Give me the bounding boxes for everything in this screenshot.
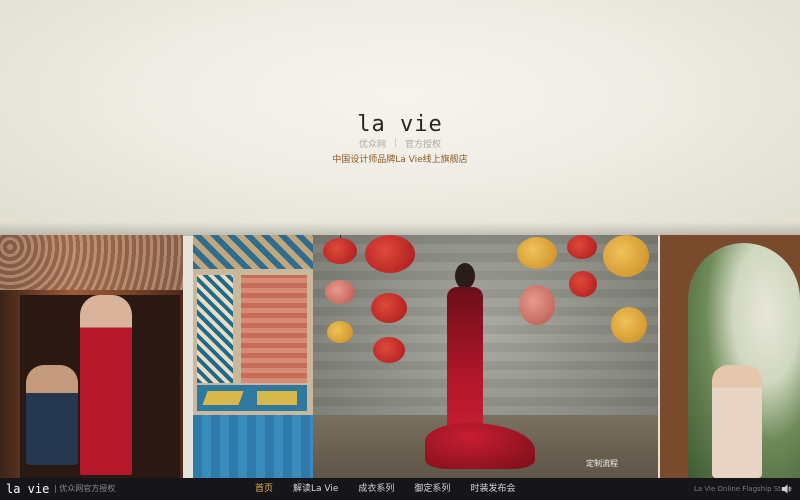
speaker-icon[interactable] (781, 483, 793, 495)
lantern (373, 337, 405, 363)
lantern (371, 293, 407, 323)
auth-partner: 优众网 (358, 139, 386, 150)
footer-nav: 首页 解读La Vie 成衣系列 御定系列 时装发布会 (245, 478, 525, 500)
window-lattice (197, 275, 233, 383)
model-lace-dress (712, 365, 762, 478)
authorization-line: 优众网 | 官方授权 (330, 136, 470, 150)
nav-fashion-show[interactable]: 时装发布会 (460, 478, 525, 500)
window-yellow-panel (197, 385, 307, 411)
lantern (325, 280, 355, 304)
auth-official: 官方授权 (405, 139, 442, 150)
auth-separator: | (393, 138, 398, 148)
brand-logo[interactable]: la vie (352, 108, 448, 136)
hero-shadow (0, 222, 800, 236)
footer-bar: la vie | 优众网官方授权 首页 解读La Vie 成衣系列 御定系列 时… (0, 478, 800, 500)
window-top-trim (193, 235, 313, 269)
lantern (365, 235, 415, 273)
lantern (611, 307, 647, 343)
seated-man (26, 365, 78, 465)
lantern (517, 237, 557, 269)
store-label: La Vie Online Flagship Store (694, 485, 793, 493)
footer-logo[interactable]: la vie (6, 481, 49, 497)
lantern (323, 238, 357, 264)
lantern (519, 285, 555, 325)
nav-ready-to-wear[interactable]: 成衣系列 (348, 478, 404, 500)
nav-home[interactable]: 首页 (245, 478, 283, 500)
brand-logo-text: la vie (357, 112, 443, 137)
custom-process-link[interactable]: 定制流程 (586, 458, 618, 470)
nav-about-lavie[interactable]: 解读La Vie (283, 478, 348, 500)
window-blue-shutters (193, 415, 313, 478)
brand-tagline: 中国设计师品牌La Vie线上旗舰店 (332, 155, 468, 165)
lantern (567, 235, 597, 259)
woman-red-dress (80, 295, 132, 475)
photo-doorway[interactable] (0, 235, 183, 478)
lantern (569, 271, 597, 297)
nav-bespoke[interactable]: 御定系列 (404, 478, 460, 500)
photo-garden-arch[interactable] (660, 235, 800, 478)
lace-curtain (0, 235, 183, 290)
lantern (603, 235, 649, 277)
lantern (327, 321, 353, 343)
photo-lanterns[interactable] (313, 235, 658, 478)
photo-window[interactable] (193, 235, 313, 478)
model-red-gown (425, 263, 535, 469)
window-pink-panel (241, 275, 307, 383)
footer-authorization: | 优众网官方授权 (54, 484, 116, 493)
